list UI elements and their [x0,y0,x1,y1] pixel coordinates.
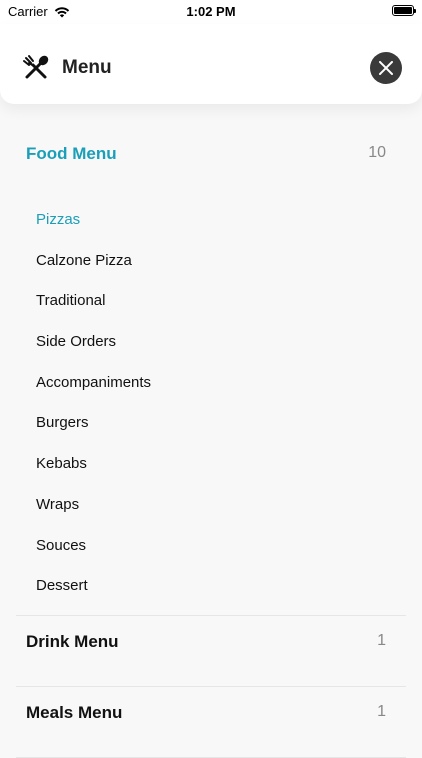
category-food-menu[interactable]: Food Menu 10 [16,104,406,200]
battery-level [394,7,412,14]
close-button[interactable] [370,52,402,84]
fork-spoon-icon [23,55,49,79]
subcategory-dessert[interactable]: Dessert [16,566,406,607]
subcategory-traditional[interactable]: Traditional [16,281,406,322]
category-title: Drink Menu [26,631,119,651]
category-meals-menu[interactable]: Meals Menu 1 [16,687,406,757]
subcategory-kebabs[interactable]: Kebabs [16,444,406,485]
food-menu-sublist: Pizzas Calzone Pizza Traditional Side Or… [16,200,406,607]
menu-list: Food Menu 10 Pizzas Calzone Pizza Tradit… [0,104,422,758]
category-drink-menu[interactable]: Drink Menu 1 [16,616,406,686]
status-bar: Carrier 1:02 PM [0,0,422,24]
status-time: 1:02 PM [186,4,236,19]
subcategory-wraps[interactable]: Wraps [16,485,406,526]
page-title: Menu [62,57,112,78]
subcategory-burgers[interactable]: Burgers [16,403,406,444]
subcategory-accompaniments[interactable]: Accompaniments [16,363,406,404]
subcategory-pizzas[interactable]: Pizzas [16,200,406,241]
close-icon [379,61,393,75]
subcategory-souces[interactable]: Souces [16,526,406,567]
subcategory-calzone-pizza[interactable]: Calzone Pizza [16,241,406,282]
subcategory-side-orders[interactable]: Side Orders [16,322,406,363]
category-title: Meals Menu [26,702,123,722]
category-count: 1 [377,631,386,649]
category-title: Food Menu [26,144,117,163]
category-count: 1 [377,702,386,720]
category-count: 10 [368,144,386,161]
menu-header: Menu [0,24,422,104]
battery-icon [392,5,416,16]
